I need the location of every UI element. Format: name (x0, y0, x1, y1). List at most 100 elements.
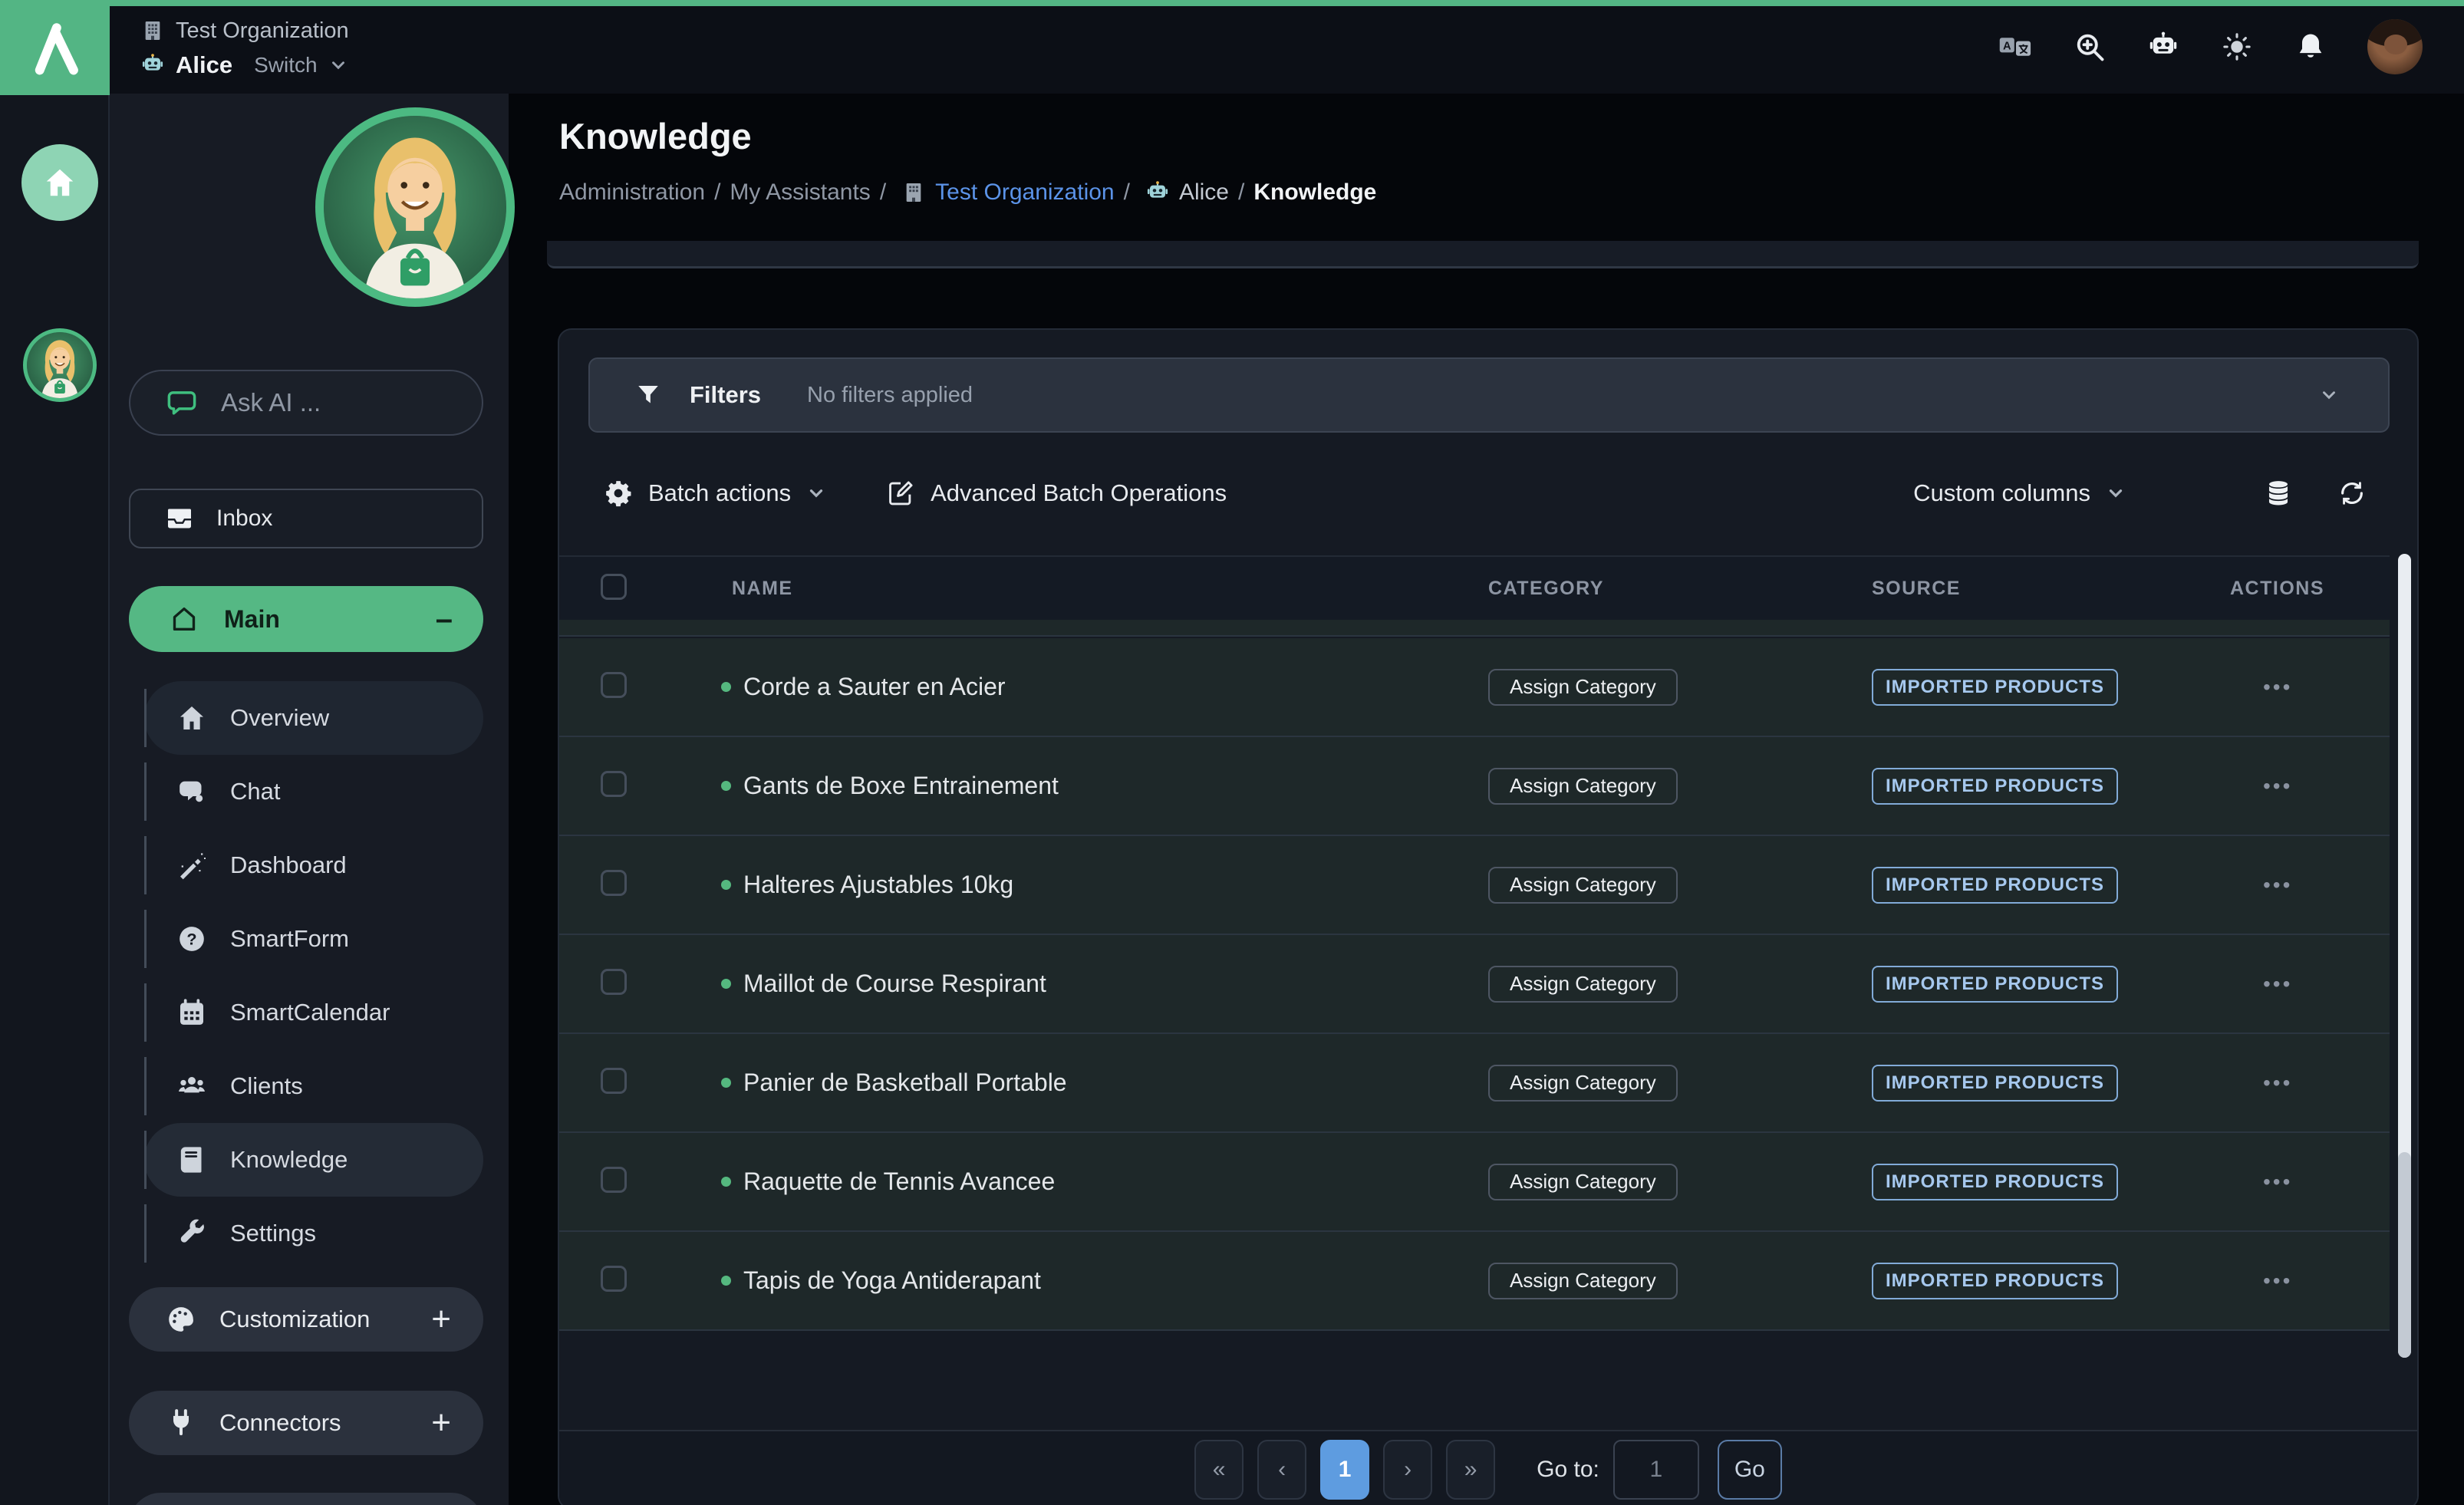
table-row: Halteres Ajustables 10kg Assign Category… (559, 836, 2390, 935)
table-row: Maillot de Course Respirant Assign Categ… (559, 935, 2390, 1034)
row-name[interactable]: Halteres Ajustables 10kg (743, 871, 1013, 899)
go-button[interactable]: Go (1718, 1440, 1782, 1500)
sidebar-item-dashboard[interactable]: Dashboard (144, 828, 483, 902)
breadcrumb-separator: / (1124, 179, 1130, 206)
next-page-button[interactable]: › (1383, 1440, 1432, 1500)
breadcrumb-my-assistants[interactable]: My Assistants (730, 179, 870, 206)
assign-category-button[interactable]: Assign Category (1488, 966, 1678, 1003)
filters-bar[interactable]: Filters No filters applied (588, 357, 2390, 433)
sidebar-item-knowledge[interactable]: Knowledge (144, 1123, 483, 1197)
assign-category-button[interactable]: Assign Category (1488, 1065, 1678, 1102)
row-actions-icon[interactable]: ••• (2203, 1071, 2292, 1095)
row-name[interactable]: Corde a Sauter en Acier (743, 673, 1006, 701)
first-page-button[interactable]: « (1194, 1440, 1244, 1500)
assistant-icon[interactable] (2146, 30, 2180, 64)
refresh-icon (2337, 479, 2367, 508)
assign-category-button[interactable]: Assign Category (1488, 1164, 1678, 1200)
row-name[interactable]: Panier de Basketball Portable (743, 1069, 1067, 1097)
row-checkbox[interactable] (601, 969, 627, 995)
sidebar-item-label: SmartCalendar (230, 999, 390, 1026)
theme-icon[interactable] (2220, 30, 2254, 64)
column-header-category[interactable]: CATEGORY (1488, 578, 1872, 600)
source-badge: IMPORTED PRODUCTS (1872, 1164, 2118, 1200)
sidebar-item-label: Clients (230, 1072, 303, 1100)
status-dot-icon (721, 979, 731, 989)
brand-accent-strip (0, 0, 2464, 6)
chevron-down-icon[interactable] (2319, 385, 2339, 405)
users-icon (176, 1071, 207, 1102)
switch-assistant-button[interactable]: Switch (254, 53, 317, 77)
filter-icon (634, 381, 662, 409)
row-actions-icon[interactable]: ••• (2203, 1170, 2292, 1194)
row-checkbox[interactable] (601, 1068, 627, 1094)
sidebar-item-clients[interactable]: Clients (144, 1049, 483, 1123)
row-checkbox[interactable] (601, 870, 627, 896)
column-header-source[interactable]: SOURCE (1872, 578, 2203, 600)
row-checkbox[interactable] (601, 1167, 627, 1193)
row-checkbox[interactable] (601, 771, 627, 797)
batch-actions-dropdown[interactable]: Batch actions (604, 479, 826, 508)
scrollbar-thumb[interactable] (2398, 1152, 2411, 1358)
tree-line (144, 983, 147, 1042)
row-actions-icon[interactable]: ••• (2203, 774, 2292, 799)
sidebar-item-overview[interactable]: Overview (144, 681, 483, 755)
prev-page-button[interactable]: ‹ (1257, 1440, 1306, 1500)
sidebar-item-settings[interactable]: Settings (144, 1197, 483, 1270)
assign-category-button[interactable]: Assign Category (1488, 768, 1678, 805)
refresh-button[interactable] (2337, 479, 2367, 508)
last-page-button[interactable]: » (1446, 1440, 1495, 1500)
row-actions-icon[interactable]: ••• (2203, 675, 2292, 700)
rail-assistant-avatar[interactable] (23, 328, 97, 402)
app-logo[interactable] (0, 0, 110, 95)
assign-category-button[interactable]: Assign Category (1488, 1263, 1678, 1299)
zoom-icon[interactable] (2073, 30, 2107, 64)
row-name[interactable]: Gants de Boxe Entrainement (743, 772, 1059, 800)
row-name[interactable]: Tapis de Yoga Antiderapant (743, 1266, 1041, 1295)
expand-icon[interactable]: + (431, 1302, 451, 1336)
user-avatar[interactable] (2367, 19, 2423, 74)
assign-category-button[interactable]: Assign Category (1488, 669, 1678, 706)
sidebar-item-smartcalendar[interactable]: SmartCalendar (144, 976, 483, 1049)
breadcrumb-organization[interactable]: Test Organization (935, 179, 1114, 206)
collapse-icon[interactable]: – (436, 604, 453, 634)
advanced-batch-operations-button[interactable]: Advanced Batch Operations (886, 479, 1227, 508)
sidebar-item-inbox[interactable]: Inbox (129, 489, 483, 548)
assistant-avatar[interactable] (315, 107, 515, 307)
row-checkbox[interactable] (601, 672, 627, 698)
goto-label: Go to: (1537, 1457, 1599, 1483)
page-1-button[interactable]: 1 (1320, 1440, 1369, 1500)
breadcrumb-administration[interactable]: Administration (559, 179, 705, 206)
translate-icon[interactable]: A (1999, 30, 2033, 64)
row-name[interactable]: Maillot de Course Respirant (743, 970, 1046, 998)
goto-page-input[interactable] (1613, 1440, 1699, 1500)
sidebar-item-label: Settings (230, 1220, 316, 1247)
sidebar: Switch Ask AI ... Inbox Main – Overview … (110, 94, 509, 1505)
row-actions-icon[interactable]: ••• (2203, 972, 2292, 996)
row-actions-icon[interactable]: ••• (2203, 1269, 2292, 1293)
filters-status: No filters applied (807, 383, 2291, 408)
assign-category-button[interactable]: Assign Category (1488, 867, 1678, 904)
rail-home-button[interactable] (21, 144, 98, 221)
sidebar-section-customization[interactable]: Customization + (129, 1287, 483, 1352)
ask-ai-input[interactable]: Ask AI ... (129, 370, 483, 436)
source-badge: IMPORTED PRODUCTS (1872, 867, 2118, 904)
row-checkbox[interactable] (601, 1266, 627, 1292)
select-all-checkbox[interactable] (601, 574, 627, 600)
row-name[interactable]: Raquette de Tennis Avancee (743, 1167, 1055, 1196)
notifications-icon[interactable] (2294, 30, 2327, 64)
column-header-name[interactable]: NAME (693, 578, 1488, 600)
column-header-actions[interactable]: ACTIONS (2203, 578, 2390, 600)
database-view-button[interactable] (2264, 479, 2293, 508)
sidebar-item-chat[interactable]: Chat (144, 755, 483, 828)
custom-columns-dropdown[interactable]: Custom columns (1913, 479, 2126, 507)
sidebar-group-main[interactable]: Main – (129, 586, 483, 652)
expand-icon[interactable]: + (431, 1406, 451, 1440)
breadcrumb-assistant[interactable]: Alice (1179, 179, 1229, 206)
row-actions-icon[interactable]: ••• (2203, 873, 2292, 897)
sidebar-item-smartform[interactable]: ? SmartForm (144, 902, 483, 976)
chevron-down-icon[interactable] (328, 55, 348, 75)
sidebar-section-partial[interactable] (129, 1493, 483, 1505)
sidebar-section-connectors[interactable]: Connectors + (129, 1391, 483, 1455)
tree-line (144, 1204, 147, 1263)
assistant-row: Alice Switch (140, 48, 349, 83)
